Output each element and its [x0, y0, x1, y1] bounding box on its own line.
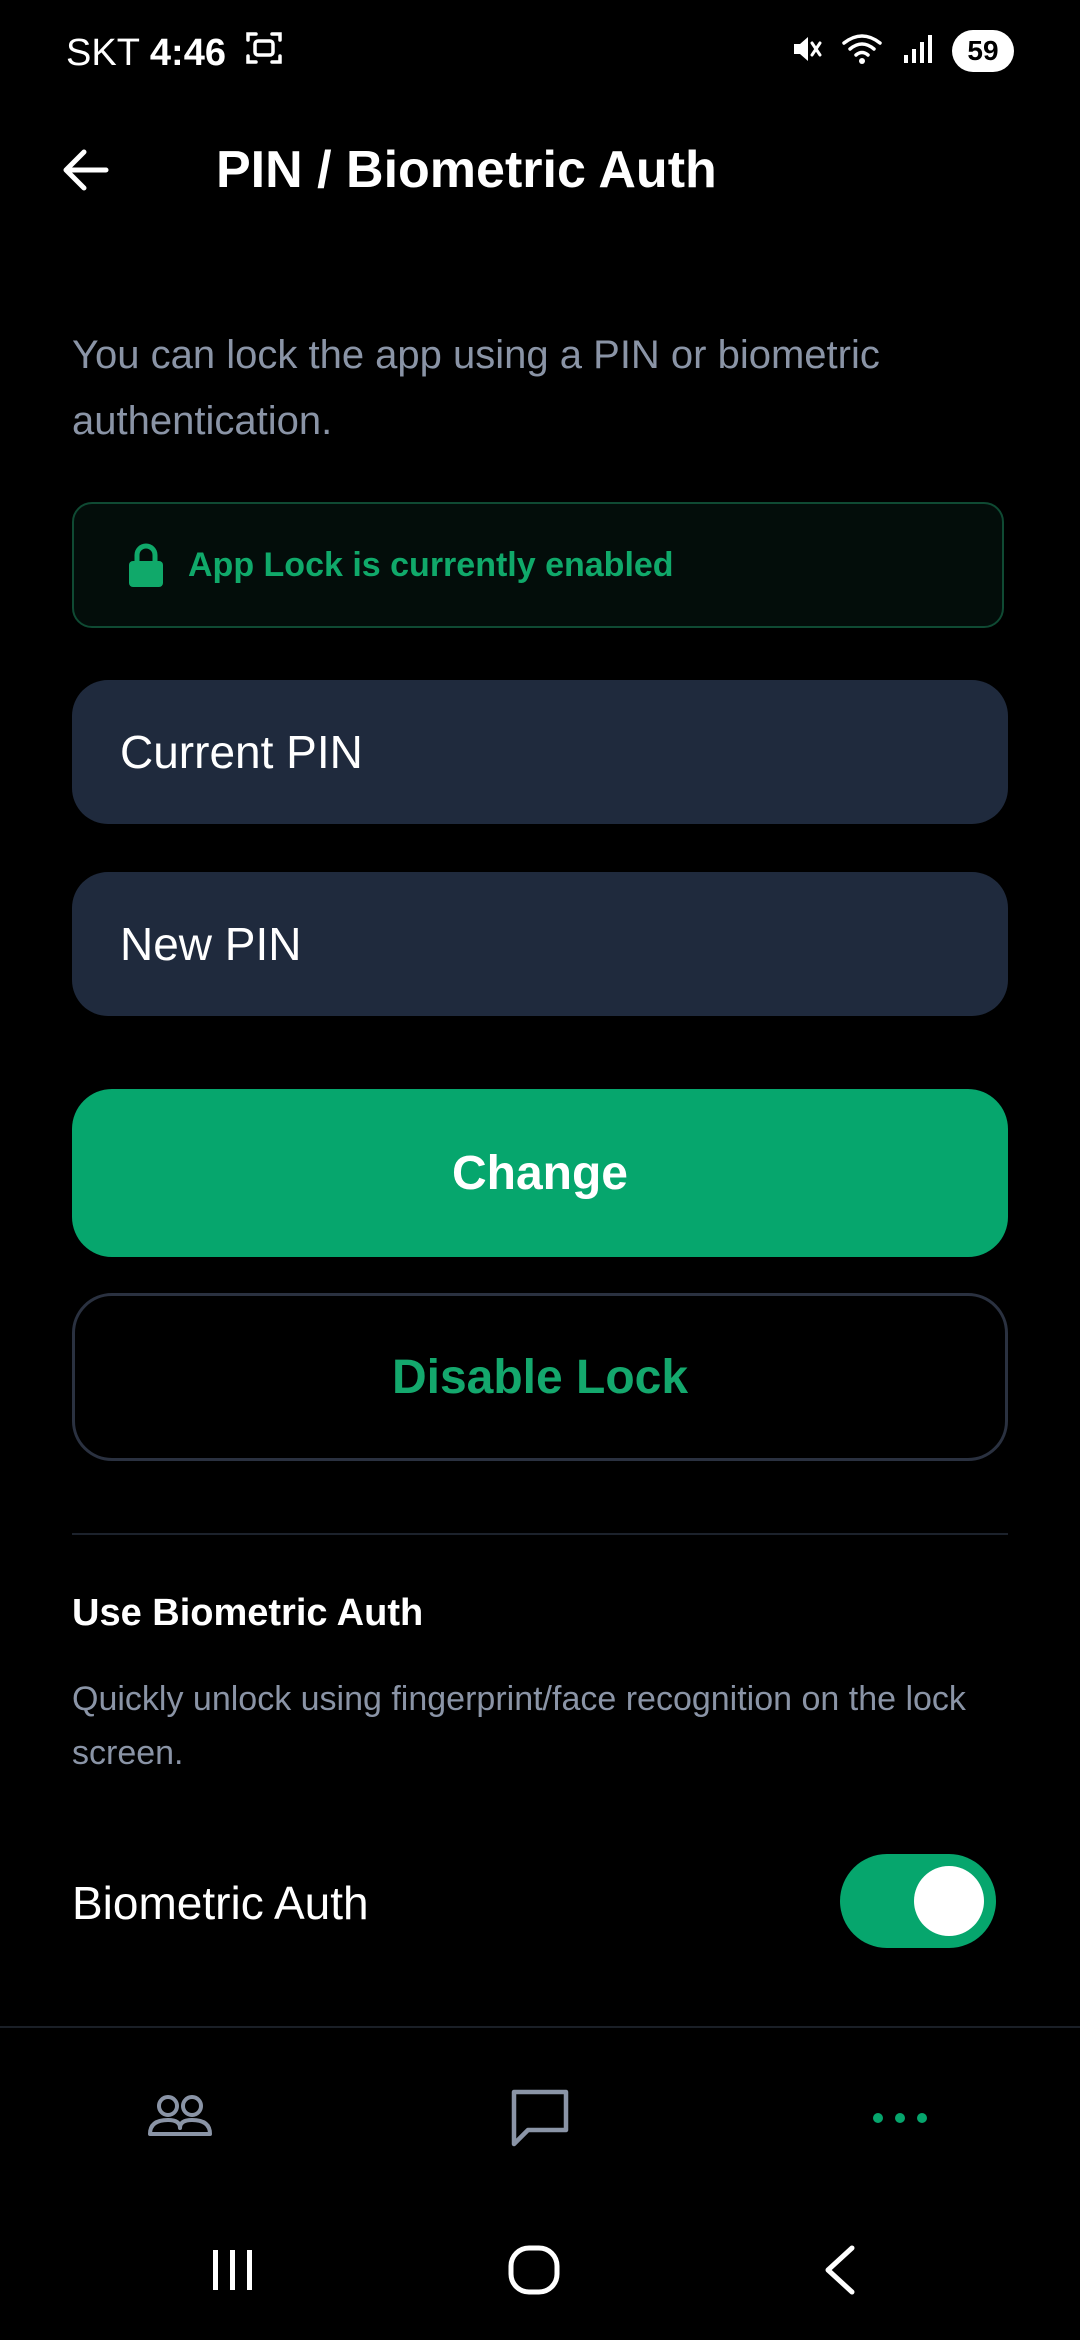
- back-button[interactable]: [50, 134, 122, 206]
- nav-chat-tab[interactable]: [500, 2078, 580, 2158]
- bottom-nav: [0, 2026, 1080, 2196]
- section-divider: [72, 1533, 1008, 1535]
- biometric-toggle-label: Biometric Auth: [72, 1877, 369, 1929]
- more-dots-icon: [873, 2113, 927, 2123]
- new-pin-input[interactable]: [72, 872, 1008, 1016]
- current-pin-input[interactable]: [72, 680, 1008, 824]
- status-left: SKT 4:46: [66, 28, 284, 78]
- biometric-section-description: Quickly unlock using fingerprint/face re…: [72, 1680, 966, 1772]
- toggle-knob: [914, 1866, 984, 1936]
- nav-friends-tab[interactable]: [140, 2078, 220, 2158]
- wifi-icon: [840, 31, 884, 72]
- battery-indicator: 59: [952, 30, 1014, 72]
- home-icon: [508, 2245, 560, 2295]
- status-right: 59: [788, 30, 1014, 72]
- lock-status-banner: App Lock is currently enabled: [72, 502, 1004, 628]
- recents-button[interactable]: [193, 2230, 273, 2310]
- system-back-button[interactable]: [800, 2230, 880, 2310]
- lock-icon: [129, 543, 163, 587]
- page-title: PIN / Biometric Auth: [216, 141, 717, 199]
- nav-more-tab[interactable]: [860, 2078, 940, 2158]
- disable-lock-button[interactable]: Disable Lock: [72, 1293, 1008, 1461]
- people-icon: [148, 2095, 212, 2136]
- screenshot-icon: [244, 28, 284, 78]
- signal-icon: [900, 31, 936, 72]
- page-description: You can lock the app using a PIN or biom…: [72, 333, 880, 443]
- app-bar: PIN / Biometric Auth: [0, 108, 1080, 232]
- lock-status-text: App Lock is currently enabled: [188, 545, 674, 584]
- biometric-toggle[interactable]: [840, 1854, 996, 1948]
- system-nav-bar: [0, 2194, 1080, 2340]
- recents-icon: [213, 2250, 252, 2290]
- biometric-section-title: Use Biometric Auth: [72, 1592, 424, 1634]
- carrier-label: SKT: [66, 31, 140, 74]
- arrow-left-icon: [63, 149, 109, 191]
- mute-icon: [788, 31, 824, 72]
- change-pin-button[interactable]: Change: [72, 1089, 1008, 1257]
- home-button[interactable]: [495, 2230, 575, 2310]
- status-bar: SKT 4:46 59: [0, 0, 1080, 108]
- status-time: 4:46: [149, 31, 226, 74]
- chevron-left-icon: [825, 2245, 855, 2295]
- chat-bubble-icon: [511, 2089, 569, 2147]
